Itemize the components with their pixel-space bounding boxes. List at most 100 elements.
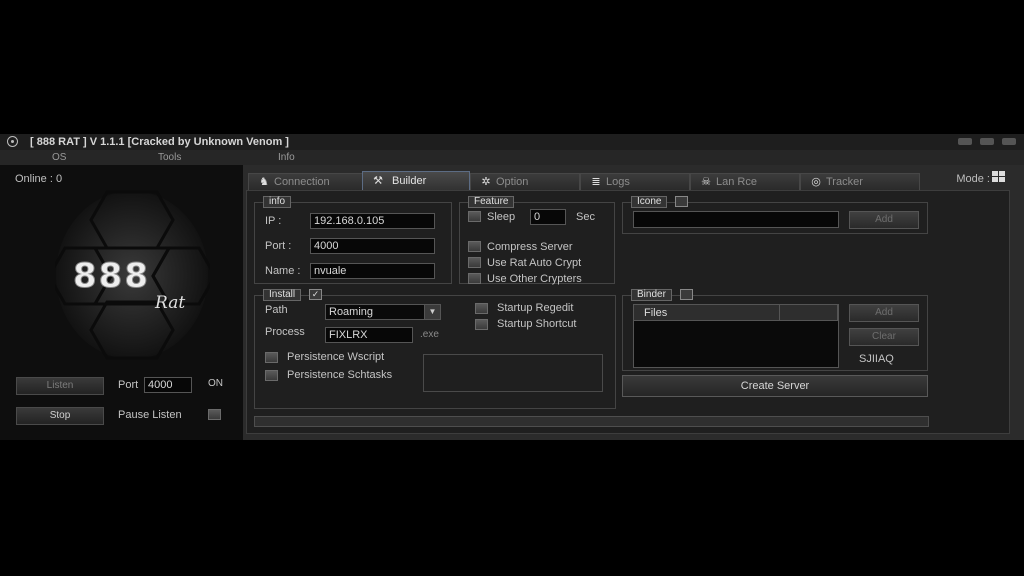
build-progress-bar (254, 416, 929, 427)
icon-add-button[interactable]: Add (849, 211, 919, 229)
install-group: Install ✓ Path Roaming ▼ Process FIXLRX … (254, 289, 616, 409)
menu-os[interactable]: OS (52, 152, 66, 163)
process-input[interactable]: FIXLRX (325, 327, 413, 343)
auto-crypt-label: Use Rat Auto Crypt (487, 257, 582, 269)
tools-icon: ⚒ (373, 175, 383, 187)
menu-bar: OS Tools Info (0, 150, 1024, 165)
startup-shortcut-checkbox[interactable] (475, 319, 488, 330)
name-label: Name : (265, 265, 301, 277)
logo-number: 888 (73, 256, 150, 296)
install-checkbox[interactable]: ✓ (309, 289, 322, 300)
tab-connection-label: Connection (274, 176, 330, 188)
builder-panel: info IP : 192.168.0.105 Port : 4000 Name… (246, 190, 1010, 434)
persistence-wscript-label: Persistence Wscript (287, 351, 385, 363)
other-crypters-checkbox[interactable] (468, 273, 481, 284)
tab-option-label: Option (496, 176, 529, 188)
ip-input[interactable]: 192.168.0.105 (310, 213, 435, 229)
windows-icon[interactable] (992, 171, 1006, 183)
icon-path-input[interactable] (633, 211, 839, 228)
install-blank-area (423, 354, 603, 392)
app-icon[interactable] (7, 136, 18, 147)
maximize-button[interactable] (980, 138, 994, 145)
globe-icon: ◎ (811, 176, 821, 188)
files-column-header[interactable]: Files (634, 305, 780, 321)
files-extra-column-header[interactable] (780, 305, 838, 321)
compress-server-label: Compress Server (487, 241, 573, 253)
tab-builder[interactable]: ⚒ Builder (362, 171, 470, 190)
icone-group: Icone Add (622, 196, 928, 234)
binder-group: Binder Files Add Clear SJIIAQ (622, 289, 928, 371)
name-input[interactable]: nvuale (310, 263, 435, 279)
persistence-schtasks-checkbox[interactable] (265, 370, 278, 381)
online-count: Online : 0 (15, 173, 63, 185)
path-select-value: Roaming (329, 306, 374, 318)
build-port-input[interactable]: 4000 (310, 238, 435, 254)
main-window: [ 888 RAT ] V 1.1.1 [Cracked by Unknown … (0, 134, 1024, 440)
binder-legend: Binder (631, 289, 672, 301)
feature-group: Feature Sleep 0 Sec Compress Server Use … (459, 196, 615, 285)
auto-crypt-checkbox[interactable] (468, 257, 481, 268)
persistence-wscript-checkbox[interactable] (265, 352, 278, 363)
create-server-button[interactable]: Create Server (622, 375, 928, 397)
tab-tracker[interactable]: ◎ Tracker (800, 173, 920, 190)
pause-listen-label: Pause Listen (118, 409, 182, 421)
startup-regedit-label: Startup Regedit (497, 302, 574, 314)
persistence-schtasks-label: Persistence Schtasks (287, 369, 393, 381)
minimize-button[interactable] (958, 138, 972, 145)
sleep-checkbox[interactable] (468, 211, 481, 222)
close-button[interactable] (1002, 138, 1016, 145)
install-legend: Install (263, 289, 302, 301)
binder-add-button[interactable]: Add (849, 304, 919, 322)
listen-button[interactable]: Listen (16, 377, 104, 395)
binder-clear-button[interactable]: Clear (849, 328, 919, 346)
title-bar: [ 888 RAT ] V 1.1.1 [Cracked by Unknown … (0, 134, 1024, 150)
port-label: Port (118, 379, 139, 391)
info-group: info IP : 192.168.0.105 Port : 4000 Name… (254, 196, 452, 284)
menu-info[interactable]: Info (278, 152, 295, 163)
pause-listen-checkbox[interactable] (208, 409, 221, 420)
tab-option[interactable]: ✲ Option (470, 173, 580, 190)
info-legend: info (263, 196, 292, 208)
mode-label: Mode : (956, 173, 990, 185)
tab-logs[interactable]: ≣ Logs (580, 173, 690, 190)
process-label: Process (265, 326, 305, 338)
ip-label: IP : (265, 215, 282, 227)
logo-subtitle: Rat (154, 293, 185, 313)
menu-tools[interactable]: Tools (158, 152, 181, 163)
icone-checkbox[interactable] (675, 196, 688, 207)
gear-icon: ✲ (481, 176, 491, 188)
build-port-label: Port : (265, 240, 292, 252)
binder-checkbox[interactable] (680, 289, 693, 300)
skull-icon: ☠ (701, 176, 711, 188)
left-panel: Online : 0 888 Rat Listen Port 4000 ON S… (0, 165, 243, 440)
plug-icon: ♞ (259, 176, 269, 188)
window-title: [ 888 RAT ] V 1.1.1 [Cracked by Unknown … (30, 136, 289, 148)
compress-server-checkbox[interactable] (468, 241, 481, 252)
stop-button[interactable]: Stop (16, 407, 104, 425)
binder-code: SJIIAQ (859, 353, 894, 365)
listen-status: ON (208, 378, 223, 389)
tab-lan-rce[interactable]: ☠ Lan Rce (690, 173, 800, 190)
sleep-label: Sleep (487, 211, 516, 223)
tab-logs-label: Logs (606, 176, 630, 188)
rat-logo: 888 Rat (55, 190, 210, 360)
sleep-input[interactable]: 0 (530, 209, 566, 225)
content-area: Mode : ♞ Connection ⚒ Builder ✲ Option ≣… (243, 165, 1024, 440)
sec-label: Sec (576, 211, 595, 223)
other-crypters-label: Use Other Crypters (487, 273, 582, 285)
tab-connection[interactable]: ♞ Connection (248, 173, 363, 190)
exe-extension: .exe (420, 329, 439, 340)
feature-legend: Feature (468, 196, 515, 208)
chevron-down-icon[interactable]: ▼ (424, 305, 440, 319)
path-label: Path (265, 304, 288, 316)
tab-builder-label: Builder (392, 175, 427, 187)
icone-legend: Icone (631, 196, 668, 208)
files-header: Files (634, 305, 838, 321)
listen-port-input[interactable]: 4000 (144, 377, 192, 393)
startup-shortcut-label: Startup Shortcut (497, 318, 577, 330)
binder-files-list[interactable]: Files (633, 304, 839, 368)
startup-regedit-checkbox[interactable] (475, 303, 488, 314)
path-select[interactable]: Roaming ▼ (325, 304, 441, 320)
list-icon: ≣ (591, 176, 601, 188)
tab-lan-rce-label: Lan Rce (716, 176, 757, 188)
